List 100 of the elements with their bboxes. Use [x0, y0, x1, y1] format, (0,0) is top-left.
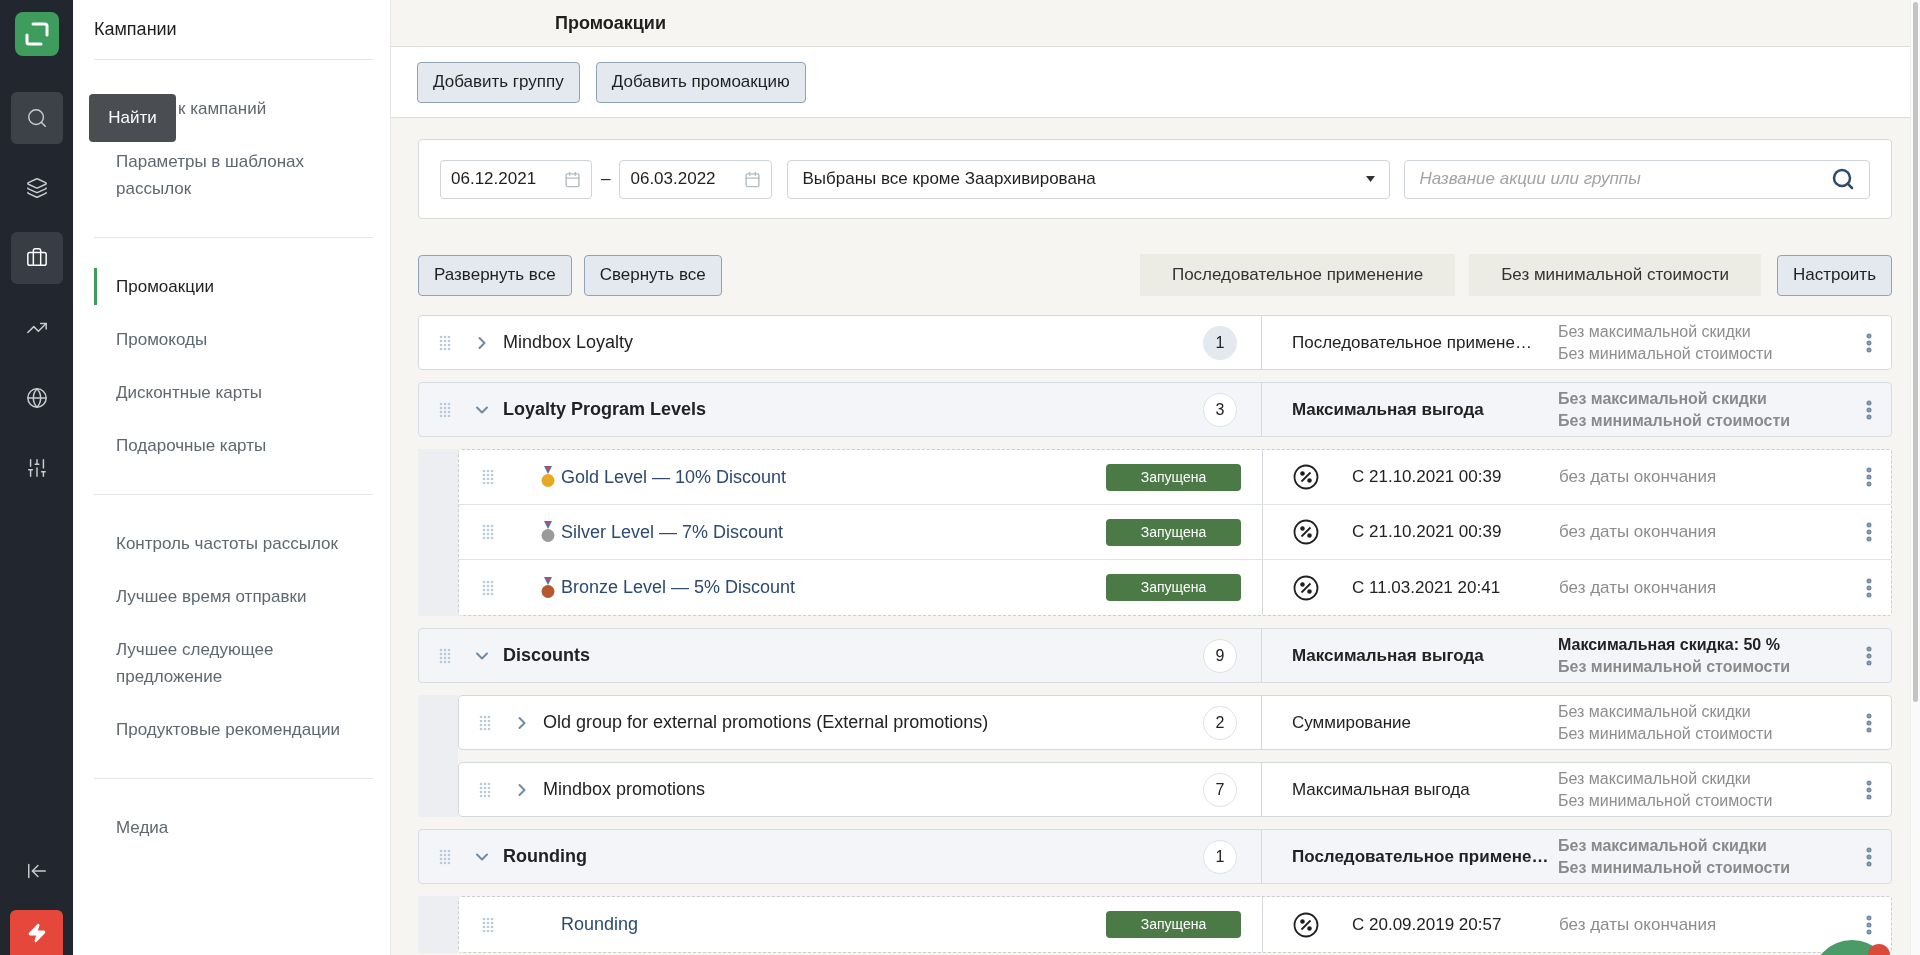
promotion-link[interactable]: Silver Level — 7% Discount	[561, 518, 784, 546]
date-field[interactable]: 06.12.2021	[440, 159, 592, 199]
count-badge: 7	[1203, 772, 1237, 807]
group-row[interactable]: Mindbox Loyalty 1 Последовательное примене… Без максимальной скидки Без минимальной стоимости	[418, 315, 1892, 370]
lightning-icon	[26, 922, 47, 943]
search-icon	[25, 107, 48, 129]
sidebar-item[interactable]: Лучшее следующее предложение	[116, 636, 274, 690]
logo-icon[interactable]	[14, 12, 59, 56]
limit-text: Без максимальной скидки	[1558, 768, 1752, 789]
tooltip: Найти	[89, 94, 176, 142]
group-row[interactable]: Old group for external promotions (External promotions) 2 Суммирование Без максимальной скидки Без минимальной стоимости	[458, 695, 1892, 750]
sidebar-item[interactable]: Медиа	[116, 814, 169, 841]
sidebar-item[interactable]: Лучшее время отправки	[116, 583, 307, 610]
scrollbar[interactable]	[1910, 0, 1920, 955]
drag-handle-icon[interactable]	[482, 469, 496, 485]
limit-text: Без максимальной скидки	[1558, 321, 1752, 342]
start-date: С 21.10.2021 00:39	[1352, 521, 1502, 544]
group-title[interactable]: Rounding	[503, 843, 587, 870]
percent-icon	[1293, 464, 1319, 490]
promotion-link[interactable]: Rounding	[561, 911, 639, 938]
drag-handle-icon[interactable]	[482, 579, 496, 596]
calendar-icon	[744, 170, 762, 188]
configure-button[interactable]: Настроить	[1776, 254, 1892, 296]
group-title[interactable]: Discounts	[503, 642, 590, 669]
group-row[interactable]: Mindbox promotions 7 Максимальная выгода Без максимальной скидки Без минимальной стоимости	[458, 762, 1892, 817]
sidebar-item[interactable]: Параметры в шаблонах рассылок	[116, 148, 305, 202]
sidebar-item[interactable]: Промоакции	[116, 273, 214, 300]
page-title: Промоакции	[555, 11, 666, 35]
promotion-row[interactable]: Gold Level — 10% Discount Запущена С 21.10.2021 00:39 без даты окончания	[459, 450, 1891, 505]
add-button[interactable]: Добавить группу	[417, 61, 580, 103]
group-title[interactable]: Mindbox Loyalty	[503, 329, 634, 356]
status-badge: Запущена	[1106, 518, 1241, 546]
start-date: С 20.09.2019 20:57	[1352, 913, 1502, 936]
briefcase-icon	[25, 247, 48, 269]
setting-tag: Последовательное применение	[1139, 254, 1456, 296]
search-field[interactable]: Название акции или группы	[1404, 159, 1870, 199]
caret-icon	[1366, 176, 1376, 182]
percent-icon	[1293, 911, 1319, 938]
rail-button[interactable]	[10, 232, 63, 284]
limit-text: Без минимальной стоимости	[1558, 723, 1774, 744]
limit-text: Максимальная скидка: 50 %	[1558, 634, 1781, 655]
sidebar-item[interactable]: Продуктовые рекомендации	[116, 716, 340, 743]
strategy-text: Последовательное примене…	[1291, 331, 1533, 354]
group-row[interactable]: Discounts 9 Максимальная выгода Максимальная скидка: 50 % Без минимальной стоимости	[418, 628, 1892, 683]
percent-icon	[1293, 574, 1319, 601]
search-input[interactable]: Название акции или группы	[1419, 166, 1831, 192]
sidebar-item[interactable]: к кампаний	[178, 95, 267, 122]
strategy-text: Последовательное примене…	[1291, 845, 1550, 868]
limit-text: Без минимальной стоимости	[1558, 343, 1774, 364]
status-badge: Запущена	[1106, 574, 1241, 601]
sidebar-item[interactable]: Контроль частоты рассылок	[116, 530, 338, 557]
sidebar-title: Кампании	[94, 18, 177, 41]
search-icon[interactable]	[1831, 167, 1855, 191]
globe-icon	[25, 387, 48, 409]
strategy-text: Максимальная выгода	[1291, 644, 1485, 667]
count-badge: 1	[1203, 325, 1237, 360]
calendar-icon	[564, 170, 581, 188]
drag-handle-icon[interactable]	[439, 401, 453, 418]
limit-text: Без максимальной скидки	[1558, 388, 1768, 409]
add-button[interactable]: Добавить промоакцию	[595, 61, 806, 103]
group-title[interactable]: Mindbox promotions	[543, 776, 706, 803]
sidebar-item[interactable]: Подарочные карты	[116, 432, 267, 459]
drag-handle-icon[interactable]	[439, 647, 453, 664]
group-row[interactable]: Loyalty Program Levels 3 Максимальная выгода Без максимальной скидки Без минимальной стоимости	[418, 382, 1892, 437]
strategy-text: Суммирование	[1291, 711, 1412, 734]
promotion-link[interactable]: Bronze Level — 5% Discount	[561, 574, 796, 601]
limit-text: Без минимальной стоимости	[1558, 656, 1792, 677]
drag-handle-icon[interactable]	[479, 781, 493, 798]
drag-handle-icon[interactable]	[479, 714, 493, 731]
date-field[interactable]: 06.03.2022	[619, 159, 773, 199]
promotion-row[interactable]: Silver Level — 7% Discount Запущена С 21.10.2021 00:39 без даты окончания	[459, 505, 1891, 560]
drag-handle-icon[interactable]	[482, 524, 496, 540]
date-separator: –	[601, 168, 611, 191]
end-date: без даты окончания	[1559, 913, 1718, 936]
end-date: без даты окончания	[1559, 466, 1718, 489]
drag-handle-icon[interactable]	[482, 916, 496, 933]
count-badge: 2	[1203, 705, 1237, 740]
promotion-link[interactable]: Gold Level — 10% Discount	[561, 463, 787, 491]
drag-handle-icon[interactable]	[439, 848, 453, 865]
limit-text: Без минимальной стоимости	[1558, 410, 1792, 431]
end-date: без даты окончания	[1559, 521, 1718, 544]
status-badge: Запущена	[1106, 463, 1241, 491]
strategy-text: Максимальная выгода	[1291, 778, 1471, 801]
sidebar-item[interactable]: Промокоды	[116, 326, 208, 353]
toggle-all-button[interactable]: Развернуть все	[418, 254, 572, 296]
sidebar-item[interactable]: Дисконтные карты	[116, 379, 262, 406]
start-date: С 11.03.2021 20:41	[1352, 576, 1501, 599]
group-title[interactable]: Old group for external promotions (External promotions)	[543, 709, 989, 736]
promotion-row[interactable]: Bronze Level — 5% Discount Запущена С 11.03.2021 20:41 без даты окончания	[459, 560, 1891, 615]
status-select[interactable]: Выбраны все кроме Заархивирована	[787, 159, 1391, 199]
promotion-row[interactable]: Rounding Запущена С 20.09.2019 20:57 без даты окончания	[459, 897, 1891, 952]
limit-text: Без максимальной скидки	[1558, 701, 1752, 722]
count-badge: 3	[1203, 392, 1237, 427]
lightning-button[interactable]	[10, 910, 63, 955]
drag-handle-icon[interactable]	[439, 334, 453, 351]
start-date: С 21.10.2021 00:39	[1352, 466, 1502, 489]
limit-text: Без минимальной стоимости	[1558, 790, 1774, 811]
group-row[interactable]: Rounding 1 Последовательное примене… Без максимальной скидки Без минимальной стоимости	[418, 829, 1892, 884]
group-title[interactable]: Loyalty Program Levels	[503, 396, 707, 423]
toggle-all-button[interactable]: Свернуть все	[583, 254, 722, 296]
